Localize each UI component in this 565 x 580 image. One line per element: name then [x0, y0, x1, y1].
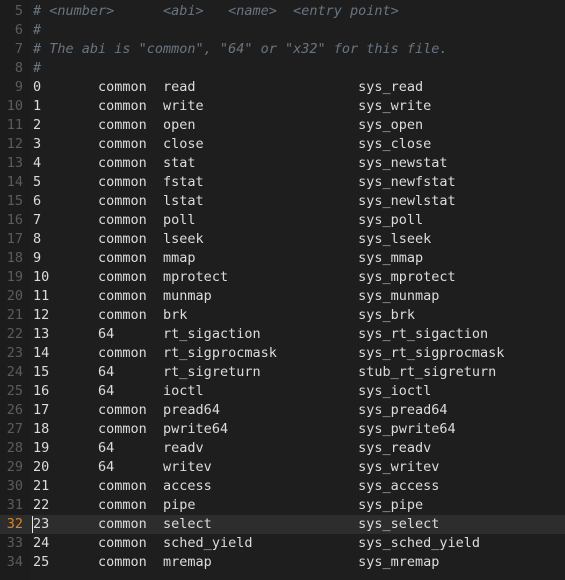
line-number[interactable]: 33: [0, 534, 23, 553]
code-text[interactable]: 22 common pipe sys_pipe: [33, 496, 423, 515]
code-line[interactable]: 7 # The abi is "common", "64" or "x32" fo…: [0, 40, 565, 59]
code-line[interactable]: 27 18 common pwrite64 sys_pwrite64: [0, 420, 565, 439]
code-line[interactable]: 17 8 common lseek sys_lseek: [0, 230, 565, 249]
code-lines-container[interactable]: 5 # <number> <abi> <name> <entry point> 6 #…: [0, 2, 565, 572]
code-line[interactable]: 19 10 common mprotect sys_mprotect: [0, 268, 565, 287]
code-text[interactable]: 24 common sched_yield sys_sched_yield: [33, 534, 480, 553]
line-number[interactable]: 21: [0, 306, 23, 325]
code-line[interactable]: 16 7 common poll sys_poll: [0, 211, 565, 230]
line-number[interactable]: 9: [0, 78, 23, 97]
code-text[interactable]: 6 common lstat sys_newlstat: [33, 192, 456, 211]
line-number[interactable]: 12: [0, 135, 23, 154]
code-text[interactable]: 25 common mremap sys_mremap: [33, 553, 439, 572]
code-line[interactable]: 8 #: [0, 59, 565, 78]
code-text[interactable]: 20 64 writev sys_writev: [33, 458, 439, 477]
code-line[interactable]: 30 21 common access sys_access: [0, 477, 565, 496]
line-number[interactable]: 17: [0, 230, 23, 249]
code-text[interactable]: 10 common mprotect sys_mprotect: [33, 268, 456, 287]
code-line[interactable]: 18 9 common mmap sys_mmap: [0, 249, 565, 268]
code-text[interactable]: 11 common munmap sys_munmap: [33, 287, 439, 306]
line-number[interactable]: 23: [0, 344, 23, 363]
line-number[interactable]: 11: [0, 116, 23, 135]
code-text[interactable]: 21 common access sys_access: [33, 477, 439, 496]
code-line[interactable]: 21 12 common brk sys_brk: [0, 306, 565, 325]
code-line[interactable]: 20 11 common munmap sys_munmap: [0, 287, 565, 306]
code-line[interactable]: 5 # <number> <abi> <name> <entry point>: [0, 2, 565, 21]
line-number[interactable]: 20: [0, 287, 23, 306]
code-line[interactable]: 9 0 common read sys_read: [0, 78, 565, 97]
code-line[interactable]: 23 14 common rt_sigprocmask sys_rt_sigpro…: [0, 344, 565, 363]
code-text[interactable]: 12 common brk sys_brk: [33, 306, 415, 325]
code-text[interactable]: 5 common fstat sys_newfstat: [33, 173, 456, 192]
line-number[interactable]: 10: [0, 97, 23, 116]
line-number[interactable]: 25: [0, 382, 23, 401]
line-number[interactable]: 27: [0, 420, 23, 439]
line-number[interactable]: 29: [0, 458, 23, 477]
code-line[interactable]: 25 16 64 ioctl sys_ioctl: [0, 382, 565, 401]
code-line[interactable]: 11 2 common open sys_open: [0, 116, 565, 135]
line-number[interactable]: 7: [0, 40, 23, 59]
line-number[interactable]: 14: [0, 173, 23, 192]
code-text[interactable]: 3 common close sys_close: [33, 135, 431, 154]
code-text[interactable]: 19 64 readv sys_readv: [33, 439, 431, 458]
text-caret: [32, 516, 33, 533]
code-text[interactable]: 13 64 rt_sigaction sys_rt_sigaction: [33, 325, 488, 344]
comment-text[interactable]: # The abi is "common", "64" or "x32" for…: [33, 40, 448, 59]
code-line[interactable]: 26 17 common pread64 sys_pread64: [0, 401, 565, 420]
code-line[interactable]: 33 24 common sched_yield sys_sched_yield: [0, 534, 565, 553]
code-line[interactable]: 28 19 64 readv sys_readv: [0, 439, 565, 458]
code-text[interactable]: 14 common rt_sigprocmask sys_rt_sigprocm…: [33, 344, 504, 363]
code-text[interactable]: 0 common read sys_read: [33, 78, 423, 97]
code-line[interactable]: 29 20 64 writev sys_writev: [0, 458, 565, 477]
line-number[interactable]: 18: [0, 249, 23, 268]
line-number[interactable]: 16: [0, 211, 23, 230]
code-line-active[interactable]: 32 23 common select sys_select: [0, 515, 565, 534]
code-line[interactable]: 15 6 common lstat sys_newlstat: [0, 192, 565, 211]
code-text[interactable]: 9 common mmap sys_mmap: [33, 249, 423, 268]
line-number[interactable]: 31: [0, 496, 23, 515]
code-line[interactable]: 10 1 common write sys_write: [0, 97, 565, 116]
code-text[interactable]: 16 64 ioctl sys_ioctl: [33, 382, 431, 401]
line-number[interactable]: 32: [0, 515, 23, 534]
line-number[interactable]: 15: [0, 192, 23, 211]
line-number[interactable]: 34: [0, 553, 23, 572]
code-editor[interactable]: 5 # <number> <abi> <name> <entry point> 6 #…: [0, 0, 565, 580]
code-text[interactable]: 4 common stat sys_newstat: [33, 154, 448, 173]
code-text[interactable]: 1 common write sys_write: [33, 97, 431, 116]
line-number[interactable]: 22: [0, 325, 23, 344]
line-number[interactable]: 28: [0, 439, 23, 458]
line-number[interactable]: 13: [0, 154, 23, 173]
comment-text[interactable]: # <number> <abi> <name> <entry point>: [33, 2, 399, 21]
line-number[interactable]: 24: [0, 363, 23, 382]
code-line[interactable]: 12 3 common close sys_close: [0, 135, 565, 154]
comment-text[interactable]: #: [33, 59, 41, 78]
code-line[interactable]: 6 #: [0, 21, 565, 40]
comment-text[interactable]: #: [33, 21, 41, 40]
code-text[interactable]: 15 64 rt_sigreturn stub_rt_sigreturn: [33, 363, 496, 382]
code-line[interactable]: 31 22 common pipe sys_pipe: [0, 496, 565, 515]
line-number[interactable]: 6: [0, 21, 23, 40]
code-line[interactable]: 14 5 common fstat sys_newfstat: [0, 173, 565, 192]
line-number[interactable]: 26: [0, 401, 23, 420]
code-text[interactable]: 18 common pwrite64 sys_pwrite64: [33, 420, 456, 439]
line-number[interactable]: 19: [0, 268, 23, 287]
code-text[interactable]: 8 common lseek sys_lseek: [33, 230, 431, 249]
code-text[interactable]: 2 common open sys_open: [33, 116, 423, 135]
code-line[interactable]: 34 25 common mremap sys_mremap: [0, 553, 565, 572]
line-number[interactable]: 30: [0, 477, 23, 496]
code-line[interactable]: 22 13 64 rt_sigaction sys_rt_sigaction: [0, 325, 565, 344]
line-number[interactable]: 5: [0, 2, 23, 21]
code-text[interactable]: 17 common pread64 sys_pread64: [33, 401, 448, 420]
line-number[interactable]: 8: [0, 59, 23, 78]
code-line[interactable]: 24 15 64 rt_sigreturn stub_rt_sigreturn: [0, 363, 565, 382]
code-text[interactable]: 23 common select sys_select: [33, 515, 439, 534]
code-line[interactable]: 13 4 common stat sys_newstat: [0, 154, 565, 173]
code-text[interactable]: 7 common poll sys_poll: [33, 211, 423, 230]
